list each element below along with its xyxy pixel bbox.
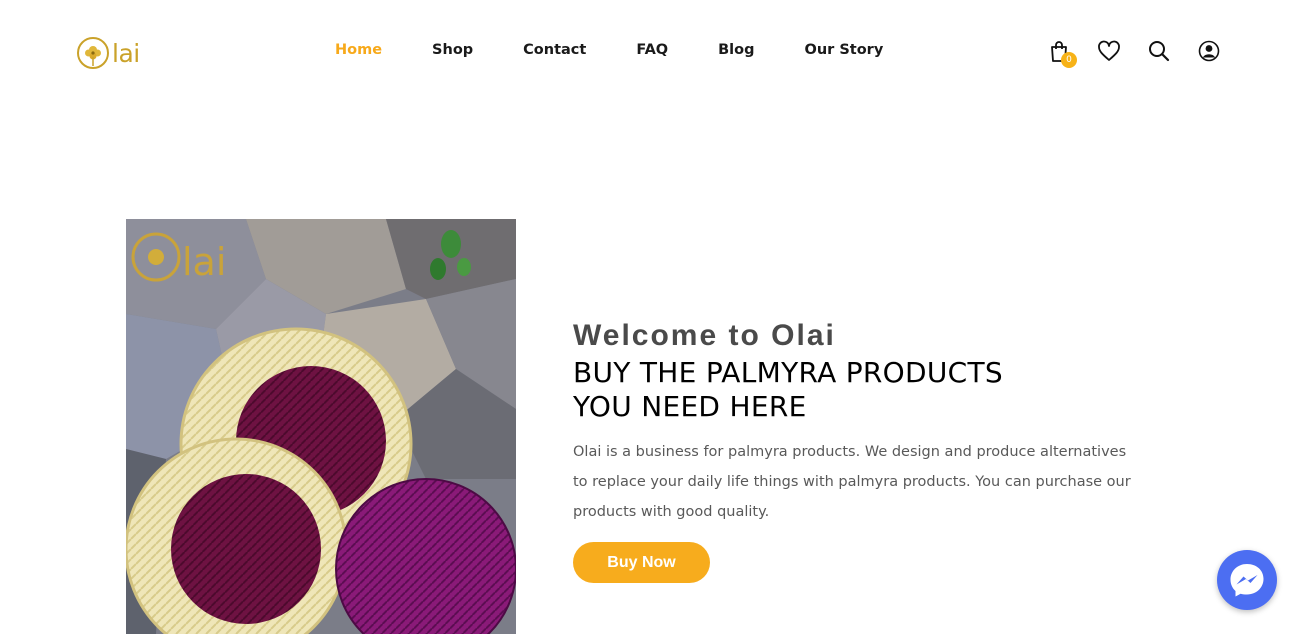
hero-headline: BUY THE PALMYRA PRODUCTS YOU NEED HERE [573, 356, 1173, 424]
nav-item-faq[interactable]: FAQ [636, 42, 668, 58]
messenger-chat-button[interactable] [1217, 550, 1277, 610]
logo-text: lai [112, 38, 140, 68]
nav-item-shop[interactable]: Shop [432, 42, 473, 58]
image-watermark-text: lai [182, 240, 226, 284]
hero-content: Welcome to Olai BUY THE PALMYRA PRODUCTS… [573, 318, 1173, 583]
site-logo[interactable]: lai [76, 34, 156, 72]
nav-item-blog[interactable]: Blog [718, 42, 754, 58]
hero-headline-line-2: YOU NEED HERE [573, 390, 807, 423]
hero-product-image: lai [126, 219, 516, 634]
palmyra-coasters-photo: lai [126, 219, 516, 634]
nav-item-home[interactable]: Home [335, 42, 382, 58]
hero-description: Olai is a business for palmyra products.… [573, 444, 1131, 520]
cart-count-badge: 0 [1061, 52, 1077, 68]
search-icon [1149, 41, 1170, 62]
hero-welcome-text: Welcome to Olai [573, 319, 836, 352]
wishlist-button[interactable] [1096, 38, 1122, 64]
hero-headline-line-1: BUY THE PALMYRA PRODUCTS [573, 356, 1004, 389]
cart-button[interactable]: 0 [1046, 38, 1077, 68]
site-header: lai Home Shop Contact FAQ Blog Our Story… [0, 0, 1289, 104]
account-button[interactable] [1196, 38, 1222, 64]
messenger-icon [1230, 564, 1264, 597]
heart-icon [1098, 40, 1120, 61]
nav-item-our-story[interactable]: Our Story [805, 42, 884, 58]
buy-now-button[interactable]: Buy Now [573, 542, 710, 583]
header-actions: 0 [1046, 38, 1222, 68]
user-account-icon [1198, 40, 1220, 62]
nav-item-contact[interactable]: Contact [523, 42, 586, 58]
search-button[interactable] [1146, 38, 1172, 64]
logo-flower-icon [77, 37, 109, 69]
main-nav: Home Shop Contact FAQ Blog Our Story [335, 42, 883, 58]
